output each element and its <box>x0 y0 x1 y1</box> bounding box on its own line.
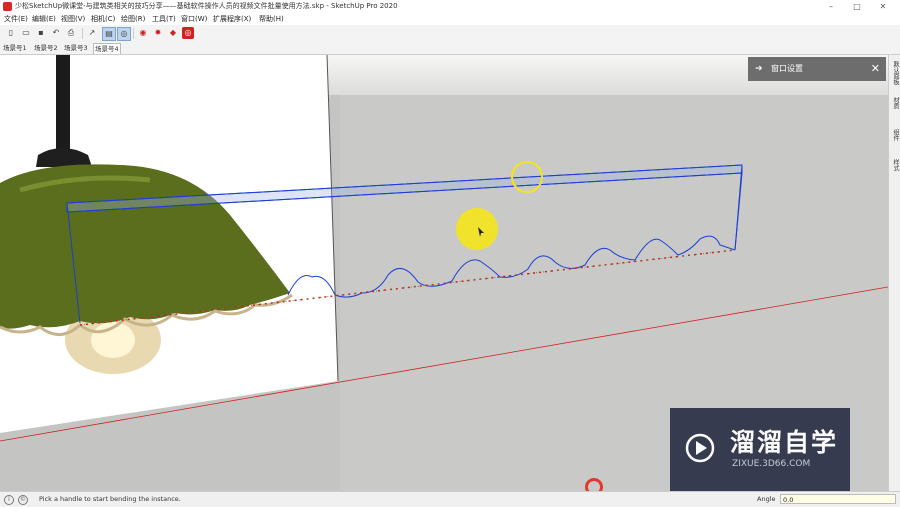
watermark-logo: 溜溜自学 ZIXUE.3D66.COM <box>670 408 850 491</box>
undo-icon[interactable]: ↶ <box>50 27 62 39</box>
lamp-stem <box>56 55 70 150</box>
menu-camera[interactable]: 相机(C) <box>91 13 115 25</box>
right-tab-default[interactable]: 默认面板 <box>890 61 900 85</box>
extension-shape-icon[interactable]: ◆ <box>167 27 179 39</box>
geo-location-icon[interactable]: i <box>4 495 14 505</box>
extension-flowify-icon[interactable]: ◉ <box>137 27 149 39</box>
title-bar: 少松SketchUp微课堂-与建筑类相关的技巧分享——基础软件操作人员的视频文件… <box>0 0 900 13</box>
play-logo-icon <box>685 433 715 463</box>
tray-expand-icon[interactable]: ➔ <box>755 57 763 81</box>
toolbar-divider <box>133 28 134 39</box>
right-panel-tabs: 默认面板 材质 组件 样式 <box>888 55 900 491</box>
menu-view[interactable]: 视图(V) <box>61 13 85 25</box>
measure-tool-icon[interactable]: ↗ <box>86 27 98 39</box>
menu-draw[interactable]: 绘图(R) <box>121 13 145 25</box>
measurements-input[interactable]: 0.0 <box>780 494 896 504</box>
close-button[interactable]: ✕ <box>870 0 896 13</box>
toolbar-divider <box>82 28 83 39</box>
tray-close-icon[interactable]: ✕ <box>871 57 880 81</box>
menu-bar: 文件(E) 编辑(E) 视图(V) 相机(C) 绘图(R) 工具(T) 窗口(W… <box>0 13 900 25</box>
menu-tools[interactable]: 工具(T) <box>152 13 176 25</box>
print-icon[interactable]: ⎙ <box>65 27 77 39</box>
scene-tab-1[interactable]: 场景号1 <box>2 43 28 53</box>
default-tray-header[interactable]: ➔ 窗口设置 ✕ <box>748 57 886 81</box>
menu-file[interactable]: 文件(E) <box>4 13 28 25</box>
orbit-tool-icon[interactable]: ◎ <box>117 27 131 41</box>
minimize-button[interactable]: – <box>818 0 844 13</box>
menu-extensions[interactable]: 扩展程序(X) <box>213 13 251 25</box>
scene-tab-4[interactable]: 场景号4 <box>93 43 121 54</box>
select-tool-icon[interactable]: ▤ <box>102 27 116 41</box>
new-file-icon[interactable]: ▯ <box>5 27 17 39</box>
scene-tabs-bar: 场景号1 场景号2 场景号3 场景号4 <box>0 42 900 55</box>
status-hint: Pick a handle to start bending the insta… <box>39 495 181 503</box>
extension-gear-icon[interactable]: ✹ <box>152 27 164 39</box>
menu-window[interactable]: 窗口(W) <box>181 13 207 25</box>
scene-tab-2[interactable]: 场景号2 <box>33 43 59 53</box>
watermark-url: ZIXUE.3D66.COM <box>732 459 811 469</box>
extension-bend-icon[interactable]: ◎ <box>182 27 194 39</box>
right-tab-materials[interactable]: 材质 <box>890 97 900 109</box>
cursor-highlight <box>456 208 498 250</box>
menu-help[interactable]: 帮助(H) <box>259 13 284 25</box>
sketchup-app-icon <box>3 2 12 11</box>
right-tab-components[interactable]: 组件 <box>890 129 900 141</box>
tray-title: 窗口设置 <box>771 64 803 73</box>
toolbar: ▯ ▭ ▪ ↶ ⎙ ↗ ▤ ◎ ◉ ✹ ◆ ◎ <box>0 25 900 43</box>
right-tab-styles[interactable]: 样式 <box>890 159 900 171</box>
save-icon[interactable]: ▪ <box>35 27 47 39</box>
scene-tab-3[interactable]: 场景号3 <box>63 43 89 53</box>
maximize-button[interactable]: □ <box>844 0 870 13</box>
window-title: 少松SketchUp微课堂-与建筑类相关的技巧分享——基础软件操作人员的视频文件… <box>15 2 398 10</box>
measurements-label: Angle <box>757 495 776 503</box>
watermark-title: 溜溜自学 <box>730 428 839 457</box>
status-bar: i © Pick a handle to start bending the i… <box>0 491 900 507</box>
open-folder-icon[interactable]: ▭ <box>20 27 32 39</box>
credits-icon[interactable]: © <box>18 495 28 505</box>
menu-edit[interactable]: 编辑(E) <box>32 13 56 25</box>
